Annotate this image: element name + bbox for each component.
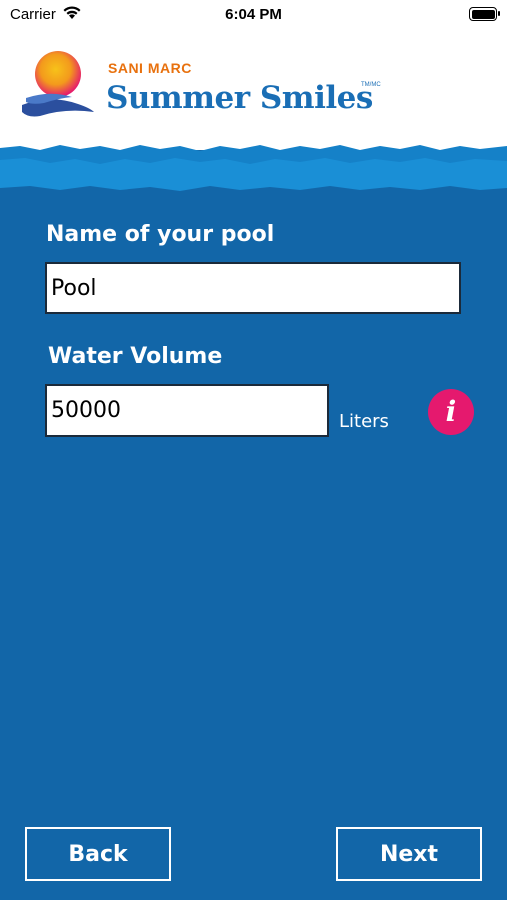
status-bar: Carrier 6:04 PM — [0, 0, 507, 30]
water-volume-unit: Liters — [339, 411, 389, 432]
battery-icon — [469, 7, 500, 21]
pool-name-input[interactable]: Pool — [45, 262, 461, 314]
pool-name-label: Name of your pool — [46, 222, 275, 247]
next-button[interactable]: Next — [336, 827, 482, 881]
brand-product: Summer Smiles — [106, 80, 373, 116]
app-header: SANI MARC Summer Smiles TM/MC — [0, 30, 507, 150]
water-wave-decoration — [0, 145, 507, 200]
water-volume-input[interactable]: 50000 — [45, 384, 329, 437]
clock: 6:04 PM — [225, 6, 282, 23]
back-button[interactable]: Back — [25, 827, 171, 881]
sun-logo-icon — [22, 51, 94, 117]
brand-company: SANI MARC — [108, 60, 192, 76]
brand-trademark: TM/MC — [361, 82, 381, 88]
info-button[interactable]: i — [428, 389, 474, 435]
info-icon: i — [445, 395, 457, 428]
water-volume-label: Water Volume — [48, 344, 223, 369]
